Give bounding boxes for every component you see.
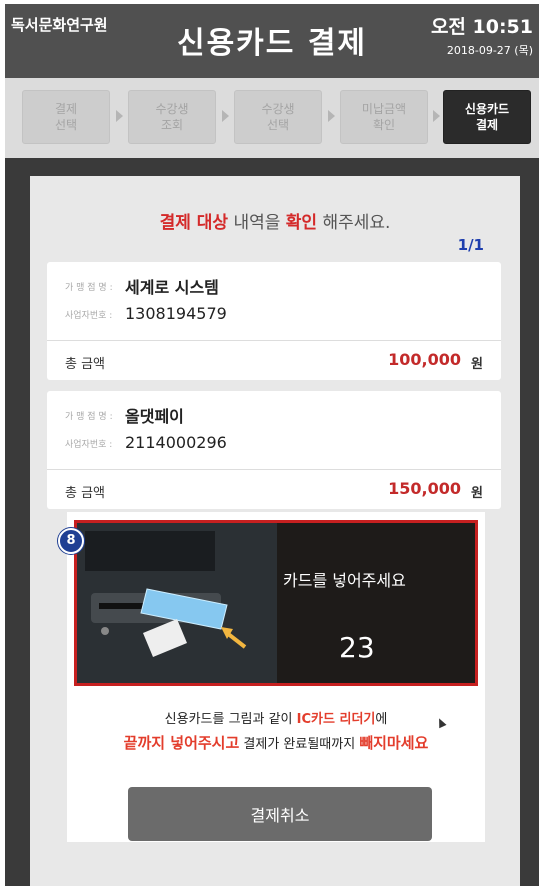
notice-text: 결제가 완료될때까지 [239,737,360,752]
step-credit-card-payment: 신용카드 결제 [443,90,531,144]
step-arrow-icon [433,110,440,122]
merchant-label: 가 맹 점 명 : [65,283,113,293]
business-number-label: 사업자번호 : [65,440,113,450]
cancel-payment-button[interactable]: 결제취소 [128,787,432,841]
step-number-badge: 8 [58,528,84,554]
step-arrow-icon [116,110,123,122]
currency-unit: 원 [471,486,483,501]
card-insert-guide-video: 카드를 넣어주세요 23 [74,520,478,686]
notice-line-2: 끝까지 넣어주시고 결제가 완료될때까지 빼지마세요 [67,732,485,753]
payment-panel: 결제 대상 내역을 확인 해주세요. 1/1 가 맹 점 명 : 세계로 시스템… [30,176,520,886]
payment-item-card: 가 맹 점 명 : 세계로 시스템 사업자번호 : 1308194579 총 금… [47,262,501,380]
merchant-label: 가 맹 점 명 : [65,412,113,422]
total-amount: 150,000 [388,479,461,498]
step-payment-select: 결제 선택 [22,90,110,144]
card-reader-illustration-icon [77,523,277,683]
notice-highlight: IC카드 리더기 [296,712,376,727]
divider [47,340,501,341]
notice-highlight: 빼지마세요 [359,734,429,752]
instruction-highlight: 확인 [285,213,318,233]
step-progress-bar: 결제 선택 수강생 조회 수강생 선택 미납금액 확인 신용카드 결제 [5,78,539,158]
currency-unit: 원 [471,357,483,372]
step-arrow-icon [222,110,229,122]
total-label: 총 금액 [65,357,106,372]
business-number-label: 사업자번호 : [65,311,113,321]
business-number: 2114000296 [125,433,227,452]
instruction-highlight: 결제 대상 [159,213,229,233]
device-frame: 독서문화연구원 신용카드 결제 오전 10:51 2018-09-27 (목) … [0,0,541,886]
insert-card-message: 카드를 넣어주세요 [283,571,406,590]
business-number: 1308194579 [125,304,227,323]
step-arrow-icon [328,110,335,122]
clock-time: 오전 10:51 [430,16,533,38]
step-unpaid-check: 미납금액 확인 [340,90,428,144]
notice-text: 에 [375,712,388,727]
notice-line-1: 신용카드를 그림과 같이 IC카드 리더기에 [67,708,485,727]
divider [47,469,501,470]
instruction-text-part: 해주세요. [317,213,391,233]
instruction-text-part: 내역을 [228,213,286,233]
merchant-name: 올댓페이 [125,407,184,426]
payment-item-card: 가 맹 점 명 : 올댓페이 사업자번호 : 2114000296 총 금액 1… [47,391,501,509]
notice-text: 신용카드를 그림과 같이 [164,712,297,727]
step-student-select: 수강생 선택 [234,90,322,144]
merchant-name: 세계로 시스템 [125,278,219,297]
countdown-timer: 23 [339,631,375,664]
total-amount: 100,000 [388,350,461,369]
step-student-search: 수강생 조회 [128,90,216,144]
page-indicator: 1/1 [457,236,484,254]
kiosk-screen: 독서문화연구원 신용카드 결제 오전 10:51 2018-09-27 (목) … [5,4,539,886]
instruction-text: 결제 대상 내역을 확인 해주세요. [30,208,520,233]
header-bar: 독서문화연구원 신용카드 결제 오전 10:51 2018-09-27 (목) [5,4,539,78]
card-reader-image [77,523,277,683]
total-label: 총 금액 [65,486,106,501]
notice-highlight: 끝까지 넣어주시고 [123,734,240,752]
clock-date: 2018-09-27 (목) [446,44,533,57]
